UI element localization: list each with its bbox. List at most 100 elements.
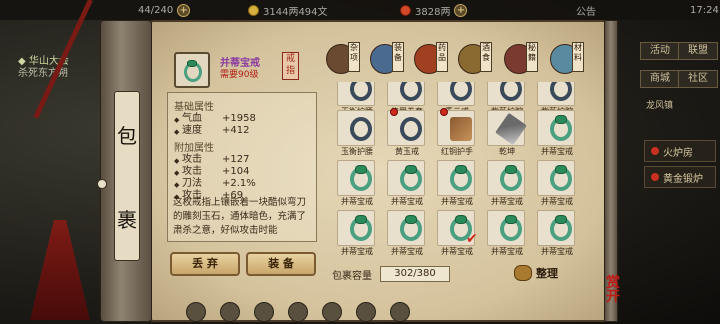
title-char-1: 包 bbox=[117, 123, 137, 148]
silver-display: 3144两494文 bbox=[248, 3, 328, 18]
slot-label: 并蒂宝戒 bbox=[341, 197, 373, 206]
slot-label: 并蒂宝戒 bbox=[441, 197, 473, 206]
slot-label: 并蒂宝戒 bbox=[541, 197, 573, 206]
toolbar-icon[interactable] bbox=[254, 302, 274, 322]
inventory-slot[interactable]: 并蒂宝戒 bbox=[383, 160, 427, 206]
alert-dot-icon bbox=[651, 147, 659, 155]
item-description[interactable]: 这枚戒指上镶嵌着一块酷似弯刀的雕刻玉石，通体暗色，充满了肃杀之意，好似攻击时能 bbox=[173, 196, 313, 240]
silver-coin-icon bbox=[248, 4, 259, 16]
selected-check-icon: ✔ bbox=[466, 231, 478, 247]
inventory-slot[interactable]: 并蒂宝戒 bbox=[483, 210, 527, 256]
inventory-slot[interactable]: 黄玉戒 bbox=[383, 108, 427, 156]
bag-icon bbox=[514, 265, 532, 281]
add-gold-button[interactable]: + bbox=[454, 3, 468, 17]
base-attributes-title: 基础属性 bbox=[174, 102, 214, 113]
clock-value: 17:24 bbox=[690, 4, 719, 16]
toolbar-icon[interactable] bbox=[390, 302, 410, 322]
attr-row: 速度+412 bbox=[174, 125, 314, 138]
clock: 17:24 bbox=[690, 3, 719, 17]
golden-forge-item[interactable]: 黄金锻炉 bbox=[644, 166, 716, 188]
slot-label: 并蒂宝戒 bbox=[491, 247, 523, 256]
town-label: 龙风镇 bbox=[646, 101, 674, 111]
category-tab-label[interactable]: 杂项 bbox=[348, 42, 360, 72]
slot-frame bbox=[387, 160, 425, 196]
add-energy-button[interactable]: + bbox=[177, 3, 191, 17]
shop-button[interactable]: 商城 bbox=[640, 70, 680, 88]
slot-label: 并蒂宝戒 bbox=[441, 247, 473, 256]
activity-button[interactable]: 活动 bbox=[640, 42, 680, 60]
inventory-slot[interactable]: 并蒂宝戒 bbox=[483, 160, 527, 206]
sort-button[interactable]: 整理 bbox=[514, 262, 568, 284]
scroll-roller: 包 裹 bbox=[97, 20, 152, 322]
notice-button[interactable]: 公告 bbox=[576, 3, 596, 18]
capacity-display: 包裹容量 302/380 bbox=[332, 266, 450, 282]
slot-label: 并蒂宝戒 bbox=[541, 247, 573, 256]
attr-row: 攻击+104 bbox=[174, 166, 314, 179]
alert-dot-icon bbox=[651, 173, 659, 181]
alliance-button[interactable]: 联盟 bbox=[678, 42, 718, 60]
ring-icon bbox=[400, 117, 422, 141]
slot-label: 并蒂宝戒 bbox=[541, 147, 573, 156]
gold-ingot-icon bbox=[400, 4, 411, 16]
gold-display: 3828两 + bbox=[400, 3, 468, 18]
inventory-slot[interactable]: 并蒂宝戒 bbox=[383, 210, 427, 256]
category-tab-label[interactable]: 装备 bbox=[392, 42, 404, 72]
category-tab-label[interactable]: 酒食 bbox=[480, 42, 492, 72]
toolbar-icon[interactable] bbox=[220, 302, 240, 322]
slot-frame bbox=[537, 160, 575, 196]
attr-row: 攻击+127 bbox=[174, 154, 314, 167]
inventory-slot[interactable]: 红铜护手 bbox=[433, 108, 477, 156]
discard-button[interactable]: 丢 弃 bbox=[170, 252, 240, 276]
inventory-slot[interactable]: 并蒂宝戒 bbox=[533, 160, 577, 206]
inventory-slot[interactable]: 并蒂宝戒 bbox=[533, 110, 577, 156]
community-button[interactable]: 社区 bbox=[678, 70, 718, 88]
bottom-toolbar bbox=[180, 302, 620, 324]
ring-icon bbox=[450, 82, 472, 101]
inventory-slot[interactable]: 并蒂宝戒 bbox=[333, 210, 377, 256]
category-tab-label[interactable]: 材料 bbox=[572, 42, 584, 72]
inventory-slot[interactable]: ✔ 并蒂宝戒 bbox=[433, 210, 478, 256]
ring-icon bbox=[550, 165, 572, 191]
toolbar-icon[interactable] bbox=[322, 302, 342, 322]
energy-display: 44/240 + bbox=[138, 3, 191, 17]
slot-label: 黄玉戒 bbox=[395, 147, 419, 156]
ring-icon bbox=[550, 115, 572, 141]
ring-icon bbox=[350, 165, 372, 191]
category-tab-label[interactable]: 秘籍 bbox=[526, 42, 538, 72]
status-bar: 44/240 + 3144两494文 3828两 + 公告 17:24 bbox=[0, 0, 720, 20]
extra-attributes-title: 附加属性 bbox=[174, 143, 214, 154]
toolbar-icon[interactable] bbox=[356, 302, 376, 322]
base-attributes: 基础属性 气血+1958 速度+412 附加属性 攻击+127 攻击+104 刀… bbox=[174, 98, 314, 203]
equip-button[interactable]: 装 备 bbox=[246, 252, 316, 276]
inventory-slot[interactable]: 并蒂宝戒 bbox=[333, 160, 377, 206]
slot-frame bbox=[337, 160, 375, 196]
slot-label: 乾坤 bbox=[499, 147, 515, 156]
golden-forge-label: 黄金锻炉 bbox=[663, 173, 703, 185]
ring-icon bbox=[500, 215, 522, 241]
slot-frame: ✔ bbox=[437, 210, 478, 247]
slot-frame bbox=[437, 108, 475, 146]
slot-frame bbox=[487, 110, 527, 146]
slot-frame bbox=[337, 210, 375, 246]
ring-icon bbox=[500, 82, 522, 101]
capacity-label: 包裹容量 bbox=[332, 270, 372, 282]
inventory-slot[interactable]: 乾坤 bbox=[483, 110, 527, 156]
slot-label: 并蒂宝戒 bbox=[391, 247, 423, 256]
item-grid[interactable]: 玉衡护腰修罗拳套青云戒紫薇护腕紫薇护腕玉衡护腰黄玉戒红铜护手乾坤并蒂宝戒并蒂宝戒… bbox=[333, 82, 593, 258]
toolbar-icon[interactable] bbox=[288, 302, 308, 322]
slot-frame bbox=[537, 110, 575, 146]
furnace-room-label: 火炉房 bbox=[663, 147, 693, 159]
toolbar-icon[interactable] bbox=[186, 302, 206, 322]
furnace-room-item[interactable]: 火炉房 bbox=[644, 140, 716, 162]
inventory-slot[interactable]: 并蒂宝戒 bbox=[533, 210, 577, 256]
capacity-value: 302/380 bbox=[380, 266, 450, 282]
slot-frame bbox=[537, 82, 575, 106]
category-tab-label[interactable]: 药品 bbox=[436, 42, 448, 72]
blade-icon bbox=[495, 112, 527, 146]
gauntlet-icon bbox=[450, 117, 472, 141]
inventory-slot[interactable]: 玉衡护腰 bbox=[333, 110, 377, 156]
ring-icon bbox=[400, 82, 422, 101]
inventory-title-tab: 包 裹 bbox=[114, 91, 140, 261]
new-item-dot-icon bbox=[440, 108, 448, 116]
inventory-slot[interactable]: 并蒂宝戒 bbox=[433, 160, 477, 206]
